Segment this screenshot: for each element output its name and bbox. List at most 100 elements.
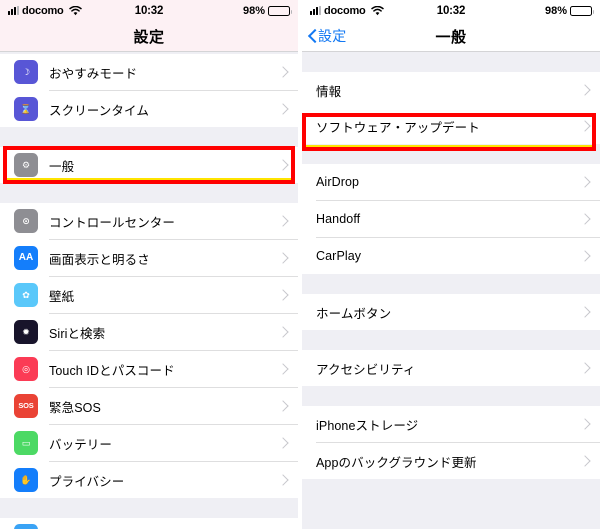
list-item[interactable]: ⌛ スクリーンタイム (0, 91, 298, 127)
list-gap (0, 183, 298, 203)
list-item[interactable]: Appのバックグラウンド更新 (302, 443, 600, 479)
list-item-label: Appのバックグラウンド更新 (316, 455, 477, 470)
chevron-right-icon (279, 437, 286, 449)
page-title: 設定 (133, 28, 165, 46)
status-bar-left: docomo 10:32 98% (0, 0, 298, 21)
wallpaper-icon: ✿ (14, 283, 38, 307)
chevron-right-icon (279, 289, 286, 301)
list-gap (302, 479, 600, 529)
list-item[interactable]: ✿ 壁紙 (0, 277, 298, 313)
siri-icon: ✹ (14, 320, 38, 344)
list-item[interactable]: ホームボタン (302, 294, 600, 330)
list-gap (302, 386, 600, 406)
list-item-label: スクリーンタイム (49, 103, 149, 118)
general-screen-right: docomo 10:32 98% 設定 一般 情報 ソフトウェア・アップデート … (302, 0, 600, 529)
list-item[interactable]: SOS 緊急SOS (0, 388, 298, 424)
chevron-right-icon (279, 400, 286, 412)
list-item[interactable]: ✹ Siriと検索 (0, 314, 298, 350)
battery-icon (268, 5, 292, 16)
chevron-right-icon (581, 455, 588, 467)
chevron-right-icon (279, 103, 286, 115)
list-item[interactable]: ◎ Touch IDとパスコード (0, 351, 298, 387)
list-item[interactable]: AA 画面表示と明るさ (0, 240, 298, 276)
list-item-label: おやすみモード (49, 66, 138, 81)
list-item[interactable]: ⊙ コントロールセンター (0, 203, 298, 239)
chevron-right-icon (279, 326, 286, 338)
list-item-label: 緊急SOS (49, 400, 101, 415)
chevron-right-icon (279, 66, 286, 78)
gear-icon: ⚙ (14, 153, 38, 177)
nav-bar-left: 設定 (0, 21, 298, 51)
list-item-label: Handoff (316, 212, 361, 226)
back-button-label: 設定 (318, 28, 347, 44)
list-section: ホームボタン (302, 294, 600, 330)
chevron-right-icon (581, 250, 588, 262)
list-item-label: Siriと検索 (49, 326, 106, 341)
chevron-left-icon (308, 29, 317, 44)
sos-icon: SOS (14, 394, 38, 418)
list-section: ⊙ コントロールセンター AA 画面表示と明るさ ✿ 壁紙 ✹ Siriと検索 ◎ Touch I… (0, 203, 298, 498)
list-item-label: 一般 (49, 159, 75, 174)
settings-screen-left: docomo 10:32 98% 設定 ☽ おやすみモード ⌛ スクリーンタイム ⚙ 一般… (0, 0, 298, 529)
list-section: ✦iTunes StoreとApp Store (0, 518, 298, 529)
list-gap (0, 498, 298, 518)
list-item-label: Touch IDとパスコード (49, 363, 175, 378)
list-gap (302, 52, 600, 72)
hourglass-icon: ⌛ (14, 97, 38, 121)
chevron-right-icon (581, 120, 588, 132)
list-item-label: AirDrop (316, 175, 360, 189)
list-item-label: 壁紙 (49, 289, 75, 304)
settings-list-left[interactable]: ☽ おやすみモード ⌛ スクリーンタイム ⚙ 一般 ⊙ コントロールセンター AA 画面表示と明る… (0, 52, 298, 529)
app-store-icon: ✦ (14, 524, 38, 529)
list-item[interactable]: ▭ バッテリー (0, 425, 298, 461)
chevron-right-icon (581, 213, 588, 225)
chevron-right-icon (581, 362, 588, 374)
chevron-right-icon (581, 84, 588, 96)
list-item-label: ソフトウェア・アップデート (316, 120, 480, 135)
list-item[interactable]: Handoff (302, 201, 600, 237)
chevron-right-icon (279, 363, 286, 375)
list-item[interactable]: ✋ プライバシー (0, 462, 298, 498)
chevron-right-icon (279, 159, 286, 171)
list-item[interactable]: ソフトウェア・アップデート (302, 108, 600, 144)
list-item[interactable]: アクセシビリティ (302, 350, 600, 386)
list-item[interactable]: ✦iTunes StoreとApp Store (0, 518, 298, 529)
nav-bar-right: 設定 一般 (302, 21, 600, 51)
chevron-right-icon (279, 474, 286, 486)
chevron-right-icon (581, 418, 588, 430)
list-gap (302, 274, 600, 294)
list-item[interactable]: AirDrop (302, 164, 600, 200)
battery-percent-label: 98% (544, 4, 567, 17)
status-bar-right-group: 98% (544, 4, 594, 17)
battery-settings-icon: ▭ (14, 431, 38, 455)
chevron-right-icon (581, 306, 588, 318)
battery-icon (570, 5, 594, 16)
dual-screenshot-container: docomo 10:32 98% 設定 ☽ おやすみモード ⌛ スクリーンタイム ⚙ 一般… (0, 0, 600, 529)
list-section: ソフトウェア・アップデート (302, 108, 600, 144)
list-section: ⚙ 一般 (0, 147, 298, 183)
list-item[interactable]: iPhoneストレージ (302, 406, 600, 442)
list-item[interactable]: CarPlay (302, 238, 600, 274)
list-item-label: コントロールセンター (49, 215, 176, 230)
chevron-right-icon (279, 215, 286, 227)
list-section: iPhoneストレージ Appのバックグラウンド更新 (302, 406, 600, 479)
list-item[interactable]: ⚙ 一般 (0, 147, 298, 183)
list-item-label: ホームボタン (316, 306, 392, 321)
battery-percent-label: 98% (242, 4, 265, 17)
list-item-label: 情報 (316, 84, 342, 99)
status-bar-right: docomo 10:32 98% (302, 0, 600, 21)
list-item-label: アクセシビリティ (316, 362, 416, 377)
back-button[interactable]: 設定 (302, 26, 347, 46)
moon-icon: ☽ (14, 60, 38, 84)
list-gap (302, 330, 600, 350)
list-item[interactable]: 情報 (302, 72, 600, 108)
list-item[interactable]: ☽ おやすみモード (0, 54, 298, 90)
list-section: アクセシビリティ (302, 350, 600, 386)
list-section: ☽ おやすみモード ⌛ スクリーンタイム (0, 54, 298, 127)
settings-list-right[interactable]: 情報ソフトウェア・アップデート AirDrop Handoff CarPlay ホームボ… (302, 52, 600, 529)
chevron-right-icon (581, 176, 588, 188)
list-section: AirDrop Handoff CarPlay (302, 164, 600, 274)
chevron-right-icon (279, 252, 286, 264)
fingerprint-icon: ◎ (14, 357, 38, 381)
list-section: 情報 (302, 72, 600, 108)
